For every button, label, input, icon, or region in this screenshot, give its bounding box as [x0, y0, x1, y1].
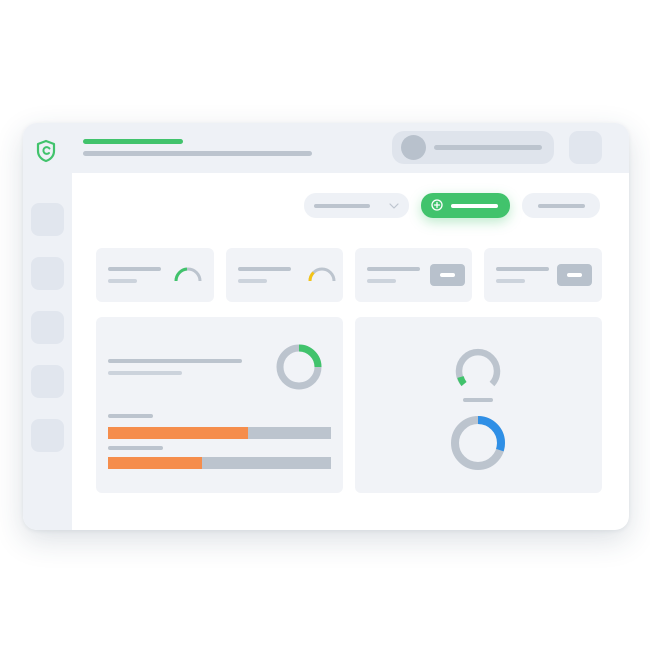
chart-panel: [355, 317, 602, 493]
sidebar-item-1[interactable]: [31, 203, 64, 236]
sidebar-item-5[interactable]: [31, 419, 64, 452]
summary-panel: [96, 317, 343, 493]
stat-card-1: [96, 248, 214, 302]
stat-badge: [557, 264, 592, 286]
progress-bar-track: [108, 427, 331, 439]
badge-value-placeholder: [440, 273, 455, 277]
sidebar-item-2[interactable]: [31, 257, 64, 290]
add-button-label-placeholder: [451, 204, 498, 208]
stat-card-2: [226, 248, 343, 302]
stat-label-placeholder: [367, 267, 420, 271]
gauge-icon: [308, 267, 336, 282]
stat-card-4: [484, 248, 602, 302]
stat-label-placeholder: [238, 267, 291, 271]
shield-check-icon: [36, 139, 56, 163]
progress-bar-fill: [108, 457, 202, 469]
add-button[interactable]: [421, 193, 510, 218]
ring-label-placeholder: [463, 398, 493, 402]
settings-button[interactable]: [569, 131, 602, 164]
stat-sublabel-placeholder: [496, 279, 525, 283]
sidebar-item-3[interactable]: [31, 311, 64, 344]
top-bar: [23, 123, 629, 173]
chevron-down-icon: [389, 203, 399, 209]
user-name-placeholder: [434, 145, 542, 150]
app-window: [23, 123, 629, 530]
secondary-label-placeholder: [538, 204, 585, 208]
plus-circle-icon: [431, 199, 443, 211]
page-title-placeholder: [83, 139, 183, 144]
avatar: [401, 135, 426, 160]
stat-card-3: [355, 248, 472, 302]
badge-value-placeholder: [567, 273, 582, 277]
sidebar: [23, 173, 72, 530]
progress-bar-fill: [108, 427, 249, 439]
filter-dropdown[interactable]: [304, 193, 409, 218]
stat-sublabel-placeholder: [108, 279, 137, 283]
sidebar-item-4[interactable]: [31, 365, 64, 398]
stat-label-placeholder: [108, 267, 161, 271]
secondary-button[interactable]: [522, 193, 600, 218]
stat-label-placeholder: [496, 267, 549, 271]
panel-title-placeholder: [108, 359, 242, 363]
donut-chart: [451, 416, 505, 470]
bar-label-placeholder: [108, 446, 163, 450]
filter-label-placeholder: [314, 204, 370, 208]
gauge-icon: [174, 267, 202, 282]
user-menu[interactable]: [392, 131, 554, 164]
stat-sublabel-placeholder: [367, 279, 396, 283]
bar-label-placeholder: [108, 414, 153, 418]
stat-sublabel-placeholder: [238, 279, 267, 283]
page-subtitle-placeholder: [83, 151, 312, 156]
stat-badge: [430, 264, 465, 286]
donut-chart: [276, 344, 322, 390]
ring-chart: [455, 348, 501, 387]
progress-bar-track: [108, 457, 331, 469]
panel-subtitle-placeholder: [108, 371, 182, 375]
